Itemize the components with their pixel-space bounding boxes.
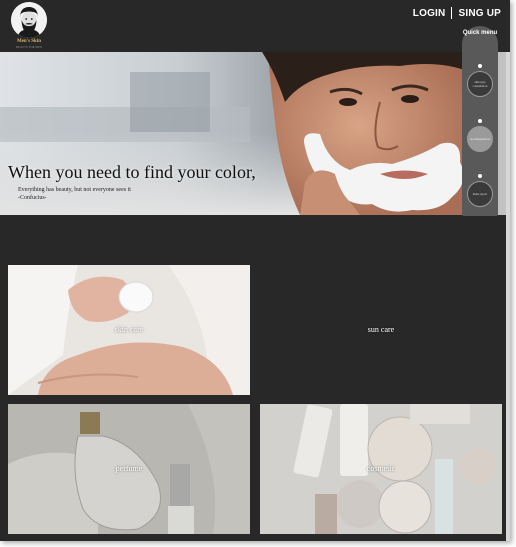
quick-menu-dot [478,174,482,178]
quote-author: -Confucius- [18,195,47,201]
quick-menu-consultation[interactable]: skin type consultation [467,71,493,97]
top-nav: LOGIN SING UP [413,7,501,19]
hero-banner: When you need to find your color, Everyt… [0,52,506,215]
hero-quote: Everything has beauty, but not everyone … [18,186,131,202]
site-logo[interactable]: Men's Skin BEAUTY FOR MEN [8,2,50,50]
category-tile-cosmetic[interactable]: cosmetic [260,404,502,534]
skin-care-label: skin care [114,325,144,334]
page-scrollbar[interactable] [506,52,510,541]
quick-menu: Quick menu skin type consultation recomm… [462,26,498,216]
quote-text: Everything has beauty, but not everyone … [18,187,131,193]
bearded-man-icon [11,2,47,38]
quick-menu-dot [478,119,482,123]
category-tile-skin-care[interactable]: skin care [8,265,250,395]
cosmetic-label: cosmetic [366,464,396,473]
sun-care-label: sun care [367,325,395,334]
site-header: Men's Skin BEAUTY FOR MEN LOGIN SING UP [0,0,510,52]
quick-menu-title: Quick menu [462,30,498,36]
quick-menu-make-report[interactable]: make report [467,181,493,207]
nav-divider [451,7,453,19]
category-tile-perfume[interactable]: perfume [8,404,250,534]
logo-badge [11,2,47,38]
page-frame: Men's Skin BEAUTY FOR MEN LOGIN SING UP [0,0,510,541]
perfume-label: perfume [115,464,143,473]
logo-tagline: BEAUTY FOR MEN [15,45,43,49]
quick-menu-recommendation[interactable]: recommendation [467,126,493,152]
hero-headline: When you need to find your color, [8,162,256,182]
category-tile-sun-care[interactable]: sun care [260,265,502,395]
quick-menu-dot [478,64,482,68]
login-link[interactable]: LOGIN [413,8,446,19]
signup-link[interactable]: SING UP [458,8,501,19]
